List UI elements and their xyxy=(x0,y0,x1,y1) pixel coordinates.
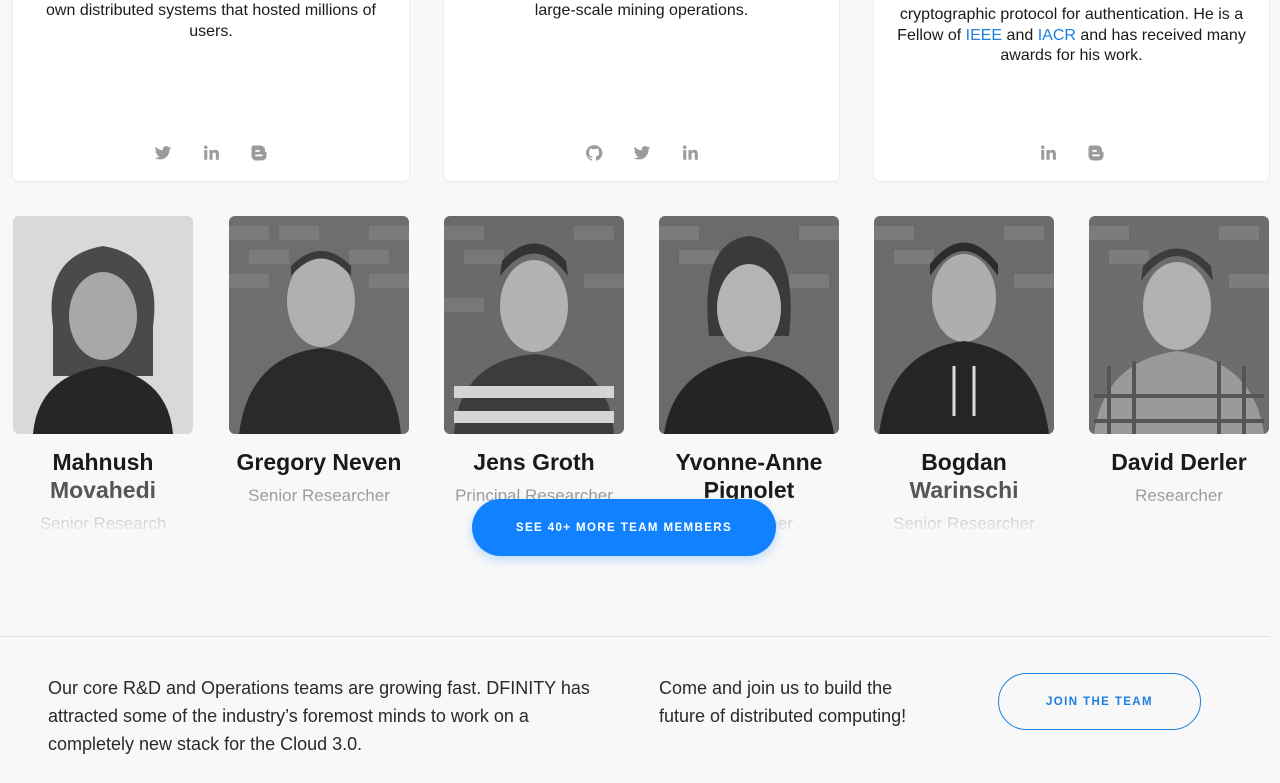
member-role: Senior Research xyxy=(39,514,167,533)
blogger-icon[interactable] xyxy=(249,143,269,163)
team-member[interactable]: Mahnush Movahedi Senior Research xyxy=(13,216,193,534)
member-name: Jens Groth xyxy=(473,449,595,475)
team-member[interactable]: Jens Groth Principal Researcher xyxy=(444,216,624,506)
member-name: David Derler xyxy=(1111,449,1247,475)
member-photo[interactable] xyxy=(1089,216,1269,434)
github-icon[interactable] xyxy=(584,143,604,163)
member-photo[interactable] xyxy=(659,216,839,434)
member-photo[interactable] xyxy=(229,216,409,434)
linkedin-icon[interactable] xyxy=(680,143,700,163)
join-invitation: Come and join us to build the future of … xyxy=(659,678,907,726)
member-name: Gregory Neven xyxy=(236,449,402,475)
join-the-team-button[interactable]: JOIN THE TEAM xyxy=(998,673,1201,730)
bio-card-3: cryptographic protocol for authenticatio… xyxy=(874,0,1269,181)
member-name: Bogdan Warinschi xyxy=(909,449,1019,503)
bio-card-1: own distributed systems that hosted mill… xyxy=(13,0,409,181)
member-name: Yvonne-Anne Pignolet xyxy=(675,449,823,503)
twitter-icon[interactable] xyxy=(153,143,173,163)
bio-card-2: large-scale mining operations. xyxy=(444,0,839,181)
team-member[interactable]: David Derler Researcher xyxy=(1089,216,1269,506)
blogger-icon[interactable] xyxy=(1086,143,1106,163)
see-more-team-button[interactable]: SEE 40+ MORE TEAM MEMBERS xyxy=(472,499,776,556)
social-links xyxy=(13,143,409,163)
member-photo[interactable] xyxy=(444,216,624,434)
social-links xyxy=(874,143,1269,163)
member-name: Mahnush Movahedi xyxy=(49,449,157,503)
iacr-link[interactable]: IACR xyxy=(1038,27,1076,44)
team-member[interactable]: Bogdan Warinschi Senior Researcher xyxy=(874,216,1054,534)
team-member[interactable]: Yvonne-AnnePignolet Researcher xyxy=(659,216,839,534)
linkedin-icon[interactable] xyxy=(201,143,221,163)
twitter-icon[interactable] xyxy=(632,143,652,163)
social-links xyxy=(444,143,839,163)
ieee-link[interactable]: IEEE xyxy=(966,27,1002,44)
team-member[interactable]: Gregory Neven Senior Researcher xyxy=(229,216,409,506)
member-photo[interactable] xyxy=(13,216,193,434)
bio-text: own distributed systems that hosted mill… xyxy=(46,2,376,40)
hiring-description: Our core R&D and Operations teams are gr… xyxy=(48,678,590,754)
bio-text: large-scale mining operations. xyxy=(534,2,749,19)
member-role: Researcher xyxy=(1135,486,1223,505)
member-role: Senior Researcher xyxy=(248,486,390,505)
member-photo[interactable] xyxy=(874,216,1054,434)
linkedin-icon[interactable] xyxy=(1038,143,1058,163)
member-role: Senior Researcher xyxy=(893,514,1035,533)
bio-text: cryptographic protocol for authenticatio… xyxy=(897,6,1246,64)
section-divider xyxy=(0,636,1270,637)
